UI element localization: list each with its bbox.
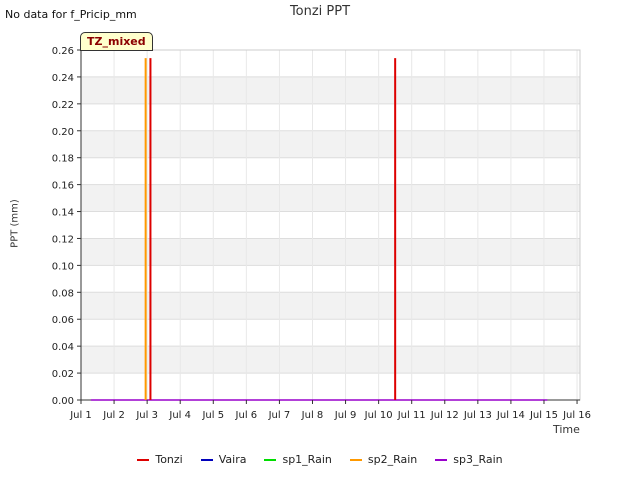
x-tick-label: Jul 14 [496, 410, 525, 421]
y-tick-label: 0.02 [52, 369, 74, 380]
legend-swatch [137, 458, 150, 461]
legend-label: sp1_Rain [282, 453, 332, 466]
y-tick-label: 0.18 [52, 154, 74, 165]
x-tick-label: Jul 6 [235, 410, 258, 421]
grid-band [81, 346, 580, 374]
legend-swatch [349, 458, 362, 461]
y-tick-label: 0.08 [52, 288, 74, 299]
x-tick-label: Jul 7 [268, 410, 291, 421]
legend-swatch [435, 458, 448, 461]
grid-band [81, 184, 580, 212]
x-tick-label: Jul 8 [301, 410, 324, 421]
x-tick-label: Jul 12 [430, 410, 459, 421]
y-axis-ticks: 0.00 0.02 0.04 0.06 0.08 0.10 0.12 0.14 0.16 0.18… [52, 46, 81, 407]
grid-bands [81, 76, 580, 374]
x-tick-label: Jul 10 [364, 410, 393, 421]
x-tick-label: Jul 2 [102, 410, 125, 421]
y-tick-label: 0.22 [52, 100, 74, 111]
legend-swatch [264, 458, 277, 461]
y-tick-label: 0.00 [52, 396, 74, 407]
x-tick-label: Jul 11 [397, 410, 426, 421]
y-tick-label: 0.20 [52, 127, 74, 138]
legend-item: sp1_Rain [264, 453, 332, 466]
y-tick-label: 0.14 [52, 208, 74, 219]
x-tick-label: Jul 16 [562, 410, 591, 421]
legend-item: sp3_Rain [435, 453, 503, 466]
y-tick-label: 0.12 [52, 234, 74, 245]
x-axis-label: Time [553, 423, 580, 436]
legend-label: Vaira [218, 453, 247, 466]
grid-band [81, 76, 580, 104]
legend-label: sp3_Rain [453, 453, 503, 466]
y-tick-label: 0.04 [52, 342, 74, 353]
x-tick-label: Jul 1 [69, 410, 92, 421]
x-tick-label: Jul 4 [168, 410, 191, 421]
x-tick-label: Jul 5 [201, 410, 224, 421]
y-tick-label: 0.10 [52, 261, 74, 272]
grid-band [81, 130, 580, 158]
legend-label: Tonzi [155, 453, 183, 466]
y-tick-label: 0.26 [52, 46, 74, 57]
x-tick-label: Jul 13 [463, 410, 492, 421]
y-axis-label: PPT (mm) [9, 199, 21, 248]
x-axis-ticks: Jul 1 Jul 2 Jul 3 Jul 4 Jul 5 Jul 6 Jul 7 Jul 8… [69, 400, 591, 421]
y-tick-label: 0.24 [52, 73, 74, 84]
site-badge: TZ_mixed [80, 32, 153, 51]
legend-item: Tonzi [137, 453, 183, 466]
y-tick-label: 0.06 [52, 315, 74, 326]
legend-item: Vaira [200, 453, 247, 466]
legend: Tonzi Vaira sp1_Rain sp2_Rain sp3_Rain [0, 453, 640, 466]
x-tick-label: Jul 9 [334, 410, 357, 421]
x-tick-label: Jul 3 [135, 410, 158, 421]
x-tick-label: Jul 15 [529, 410, 558, 421]
legend-item: sp2_Rain [349, 453, 418, 466]
legend-label: sp2_Rain [367, 453, 418, 466]
y-tick-label: 0.16 [52, 181, 74, 192]
grid-band [81, 292, 580, 320]
grid-band [81, 238, 580, 266]
chart-svg: 0.00 0.02 0.04 0.06 0.08 0.10 0.12 0.14 0.16 0.18… [52, 46, 591, 421]
legend-swatch [200, 458, 213, 461]
